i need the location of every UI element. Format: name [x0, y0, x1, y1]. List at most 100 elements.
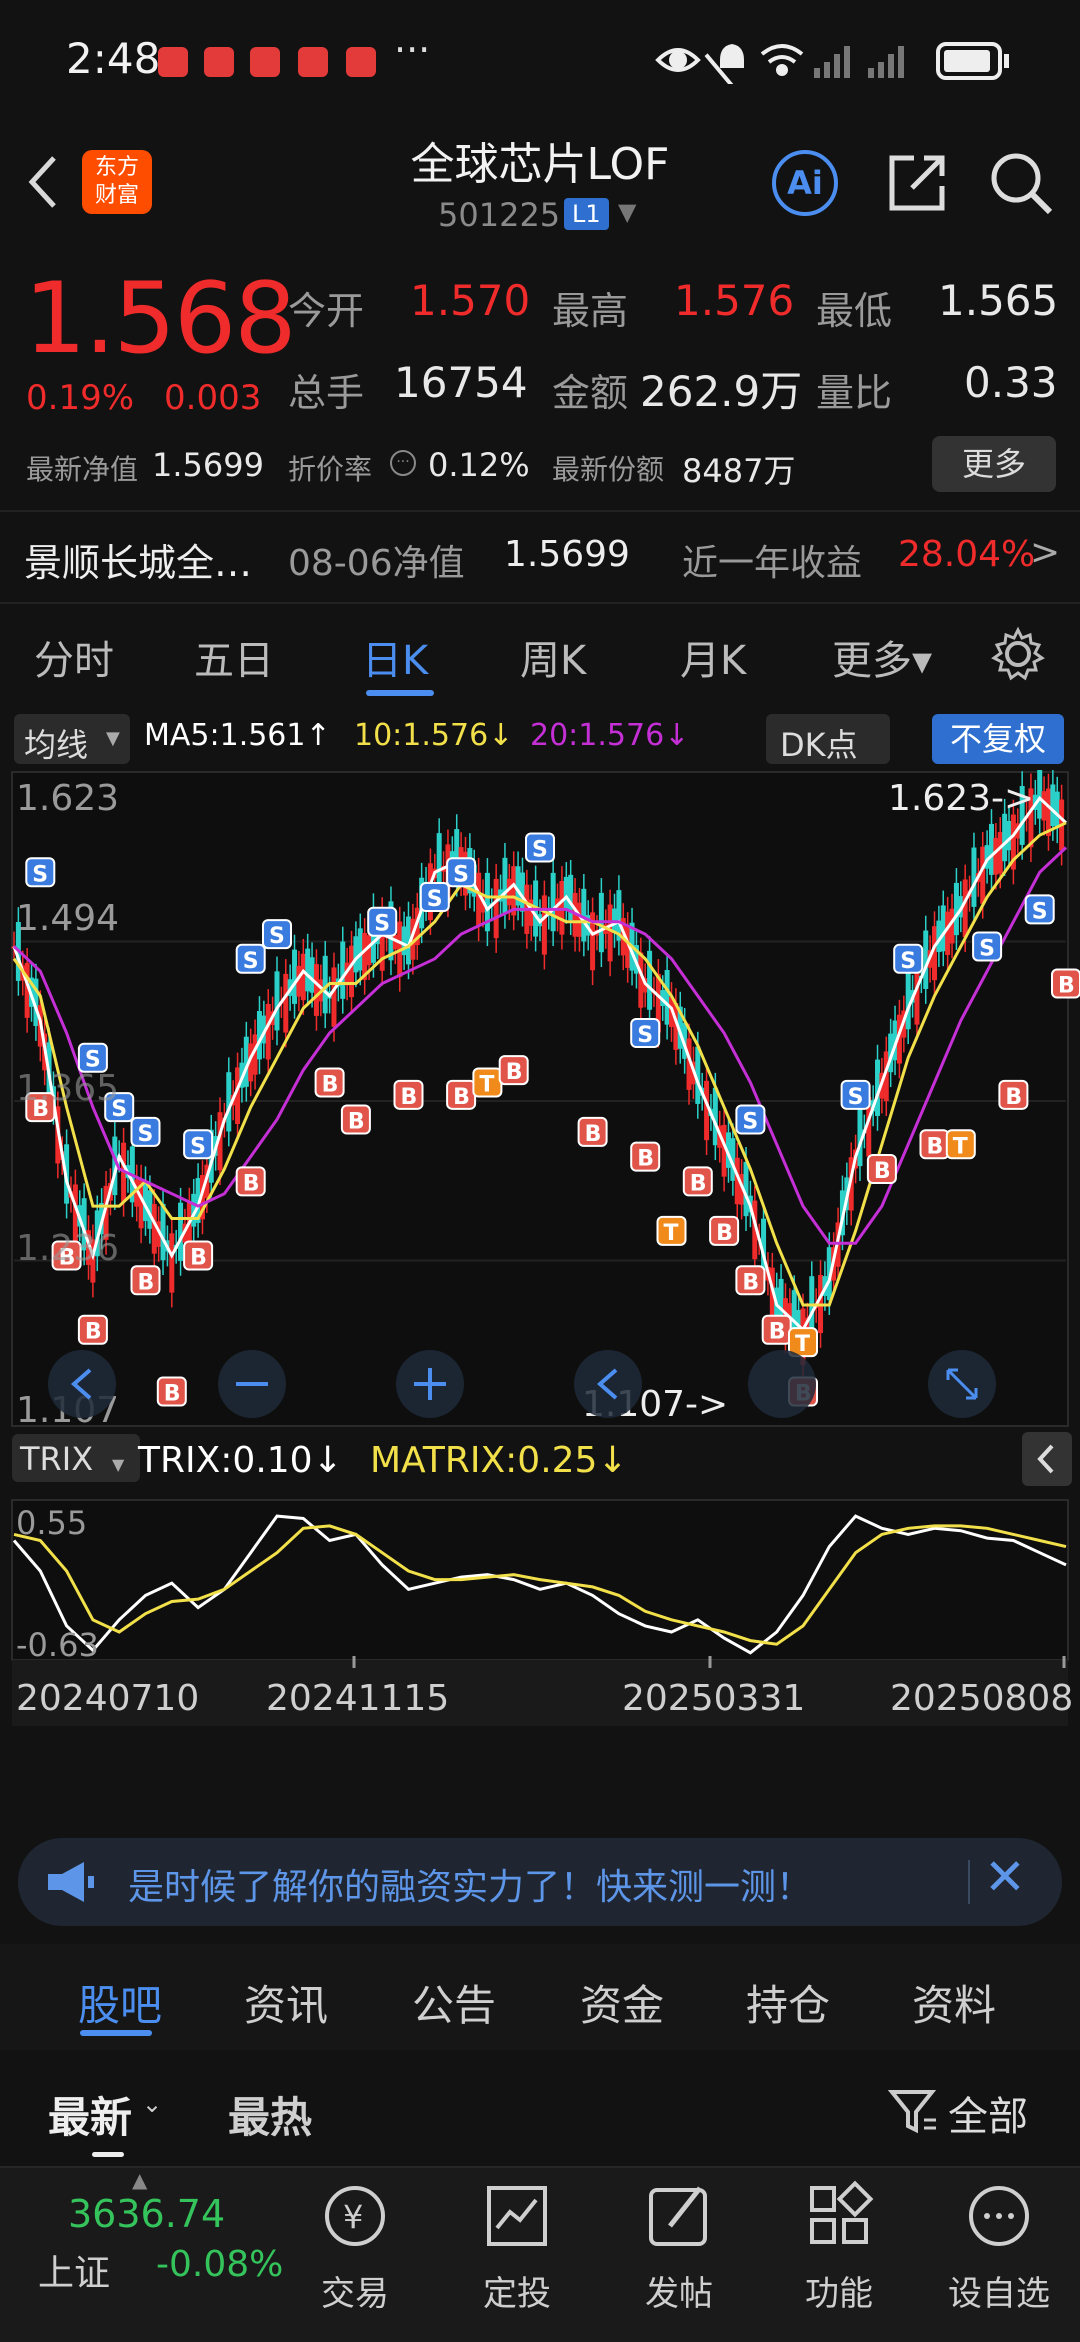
ma5-value: MA5:1.561↑	[144, 718, 331, 753]
candle-body	[300, 953, 306, 1001]
divider	[968, 1860, 970, 1904]
scroll-left-button[interactable]	[48, 1350, 116, 1418]
signal-label: B	[85, 1320, 102, 1345]
low-value: 1.565	[938, 276, 1059, 325]
high-label: 最高	[552, 289, 629, 333]
candle-body	[274, 971, 280, 1031]
caret-down-icon[interactable]: ▼	[618, 198, 636, 226]
index-change[interactable]: -0.08%	[156, 2244, 283, 2285]
signal-label: S	[190, 1134, 206, 1159]
candle-body	[349, 945, 355, 998]
high-value: 1.576	[674, 276, 795, 325]
signal-label: B	[769, 1320, 786, 1345]
signal-label: S	[427, 887, 443, 912]
signal-label: T	[795, 1332, 810, 1357]
caret-down-icon: ▼	[112, 1455, 125, 1474]
index-value[interactable]: 3636.74	[68, 2192, 225, 2236]
filter-all-button[interactable]: 全部	[948, 2084, 1028, 2142]
tab-news[interactable]: 资讯	[244, 1972, 328, 2033]
nav-trade[interactable]: 交易	[300, 2266, 410, 2315]
fund-code[interactable]: 501225	[438, 196, 560, 234]
index-name[interactable]: 上证	[38, 2244, 110, 2296]
sort-hot-button[interactable]: 最热	[228, 2084, 312, 2145]
signal-label: T	[479, 1072, 494, 1097]
trix-y-min: -0.63	[16, 1626, 99, 1664]
signal-label: S	[138, 1122, 154, 1147]
tab-intraday[interactable]: 分时	[34, 628, 114, 686]
fund-info-row[interactable]: 景顺长城全… 08-06净值 1.5699 近一年收益 28.04% >	[0, 510, 1080, 604]
status-time: 2:48	[66, 34, 161, 83]
matrix-value: MATRIX:0.25↓	[370, 1440, 628, 1481]
more-button[interactable]: 更多	[932, 436, 1056, 492]
candle-body	[953, 882, 959, 936]
signal-label: B	[506, 1060, 523, 1085]
dk-point-label: DK点	[780, 726, 858, 764]
trade-icon[interactable]: ¥	[300, 2176, 410, 2256]
adjust-toggle-button[interactable]: 不复权	[932, 714, 1064, 764]
nav-date-label: 08-06净值	[288, 543, 465, 584]
signal-label: S	[269, 924, 285, 949]
collapse-indicator-button[interactable]	[1022, 1432, 1072, 1486]
tab-five-day[interactable]: 五日	[194, 628, 274, 686]
tab-monthly-k[interactable]: 月K	[680, 628, 746, 686]
signal-label: B	[742, 1270, 759, 1295]
k-line-chart[interactable]: SBBBSSBBSSBSSBBBSBSSBTBSBSBTBBBSBTBSBSBT…	[0, 770, 1080, 1820]
signal-label: T	[664, 1221, 679, 1246]
signal-label: T	[953, 1134, 968, 1159]
tab-holdings[interactable]: 持仓	[746, 1972, 830, 2033]
sort-latest-button[interactable]: 最新	[48, 2084, 132, 2145]
tab-forum[interactable]: 股吧	[78, 1972, 162, 2033]
change-value: 0.003	[164, 378, 262, 418]
y-tick-label: 1.623	[16, 778, 119, 819]
signal-label: S	[532, 838, 548, 863]
active-tab-indicator	[80, 2030, 152, 2036]
info-icon[interactable]: ···	[390, 450, 416, 476]
signal-label: B	[138, 1270, 155, 1295]
post-icon[interactable]	[624, 2176, 734, 2256]
nav-investment-plan[interactable]: 定投	[462, 2266, 572, 2315]
fund-name: 景顺长城全…	[24, 541, 253, 585]
ma20-value: 20:1.576↓	[530, 718, 690, 753]
chevron-right-icon: >	[1030, 532, 1061, 573]
tab-announcements[interactable]: 公告	[412, 1972, 496, 2033]
candle-body	[331, 967, 337, 1027]
candle-body	[160, 1203, 166, 1261]
filter-icon[interactable]	[888, 2086, 938, 2136]
volume-label: 总手	[288, 371, 365, 415]
scroll-right-button[interactable]	[748, 1350, 816, 1418]
close-icon[interactable]: ✕	[984, 1848, 1026, 1906]
watchlist-icon[interactable]	[944, 2176, 1054, 2256]
nav-watchlist[interactable]: 设自选	[944, 2266, 1054, 2315]
tab-more[interactable]: 更多▾	[832, 628, 932, 686]
tab-weekly-k[interactable]: 周K	[520, 628, 586, 686]
investment-plan-icon[interactable]	[462, 2176, 572, 2256]
settings-gear-icon[interactable]	[990, 626, 1046, 682]
ai-assistant-button[interactable]: Ai	[772, 150, 838, 216]
candle-body	[945, 911, 951, 955]
x-tick-label: 20250331	[622, 1678, 805, 1719]
signal-label: S	[637, 1023, 653, 1048]
nav-post[interactable]: 发帖	[624, 2266, 734, 2315]
shares-label: 最新份额	[552, 453, 665, 486]
promo-banner-text[interactable]: 是时候了解你的融资实力了！快来测一测！	[128, 1858, 812, 1910]
functions-icon[interactable]	[784, 2176, 894, 2256]
search-icon[interactable]	[988, 150, 1054, 216]
share-icon[interactable]	[884, 150, 950, 216]
candle-body	[283, 973, 289, 1033]
signal-label: S	[742, 1110, 758, 1135]
nav-functions[interactable]: 功能	[784, 2266, 894, 2315]
chevron-down-icon[interactable]: ⌄	[142, 2090, 162, 2118]
tab-profile[interactable]: 资料	[912, 1972, 996, 2033]
amount-label: 金额	[552, 371, 629, 415]
candle-body	[647, 950, 653, 1010]
dk-point-button[interactable]: DK点	[766, 714, 890, 764]
indicator-selector[interactable]: 均线 ▼	[14, 714, 130, 764]
tab-daily-k[interactable]: 日K	[362, 628, 428, 686]
candle-body	[940, 905, 946, 952]
tab-funds[interactable]: 资金	[580, 1972, 664, 2033]
candle-body	[980, 846, 986, 904]
scroll-prev-button[interactable]	[574, 1350, 642, 1418]
candle-body	[1050, 784, 1056, 827]
signal-label: B	[585, 1122, 602, 1147]
candle-body	[357, 928, 363, 971]
